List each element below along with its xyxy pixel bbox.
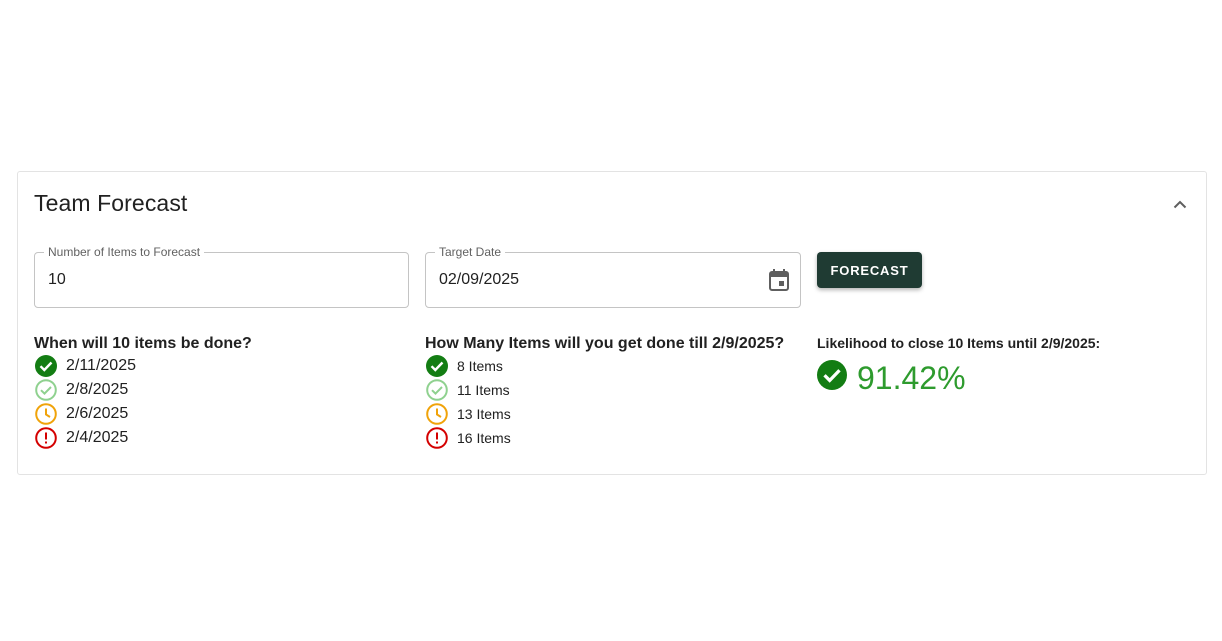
list-item: 11 Items xyxy=(425,378,784,402)
items-to-forecast-input[interactable] xyxy=(48,270,364,290)
calendar-button[interactable] xyxy=(767,268,791,292)
list-item: 2/8/2025 xyxy=(34,378,252,402)
list-item: 2/4/2025 xyxy=(34,426,252,450)
likelihood-value: 91.42% xyxy=(857,360,966,396)
list-item: 8 Items xyxy=(425,354,784,378)
how-many-value: 8 Items xyxy=(457,358,503,374)
list-item: 2/6/2025 xyxy=(34,402,252,426)
when-done-value: 2/11/2025 xyxy=(66,357,136,374)
items-to-forecast-field[interactable]: Number of Items to Forecast xyxy=(34,244,409,308)
clock-icon xyxy=(34,402,58,426)
target-date-field[interactable]: Target Date xyxy=(425,244,801,308)
error-icon xyxy=(425,426,449,450)
list-item: 13 Items xyxy=(425,402,784,426)
likelihood-row: 91.42% xyxy=(817,354,1100,396)
how-many-section: How Many Items will you get done till 2/… xyxy=(425,334,784,450)
likelihood-section: Likelihood to close 10 Items until 2/9/2… xyxy=(817,334,1100,396)
how-many-value: 16 Items xyxy=(457,430,511,446)
chevron-up-icon xyxy=(1173,200,1187,208)
when-done-value: 2/8/2025 xyxy=(66,381,129,398)
when-done-value: 2/4/2025 xyxy=(66,429,129,446)
check-circle-filled-icon xyxy=(817,360,847,390)
how-many-heading: How Many Items will you get done till 2/… xyxy=(425,335,785,352)
check-circle-filled-icon xyxy=(34,354,58,378)
team-forecast-panel: Team Forecast Number of Items to Forecas… xyxy=(17,171,1207,475)
likelihood-heading: Likelihood to close 10 Items until 2/9/2… xyxy=(817,335,1101,351)
when-done-section: When will 10 items be done? 2/11/2025 2/… xyxy=(34,334,252,450)
when-done-heading: When will 10 items be done? xyxy=(34,335,252,352)
forecast-button[interactable]: FORECAST xyxy=(817,252,922,288)
collapse-button[interactable] xyxy=(1168,192,1192,216)
calendar-icon xyxy=(769,269,789,291)
target-date-input[interactable] xyxy=(439,270,756,290)
how-many-value: 11 Items xyxy=(457,382,510,398)
when-done-value: 2/6/2025 xyxy=(66,405,129,422)
clock-icon xyxy=(425,402,449,426)
check-circle-filled-icon xyxy=(425,354,449,378)
error-icon xyxy=(34,426,58,450)
items-to-forecast-label: Number of Items to Forecast xyxy=(44,244,205,260)
target-date-label: Target Date xyxy=(435,244,506,260)
check-circle-outline-icon xyxy=(425,378,449,402)
panel-title: Team Forecast xyxy=(34,190,188,216)
how-many-value: 13 Items xyxy=(457,406,511,422)
list-item: 16 Items xyxy=(425,426,784,450)
check-circle-outline-icon xyxy=(34,378,58,402)
list-item: 2/11/2025 xyxy=(34,354,252,378)
